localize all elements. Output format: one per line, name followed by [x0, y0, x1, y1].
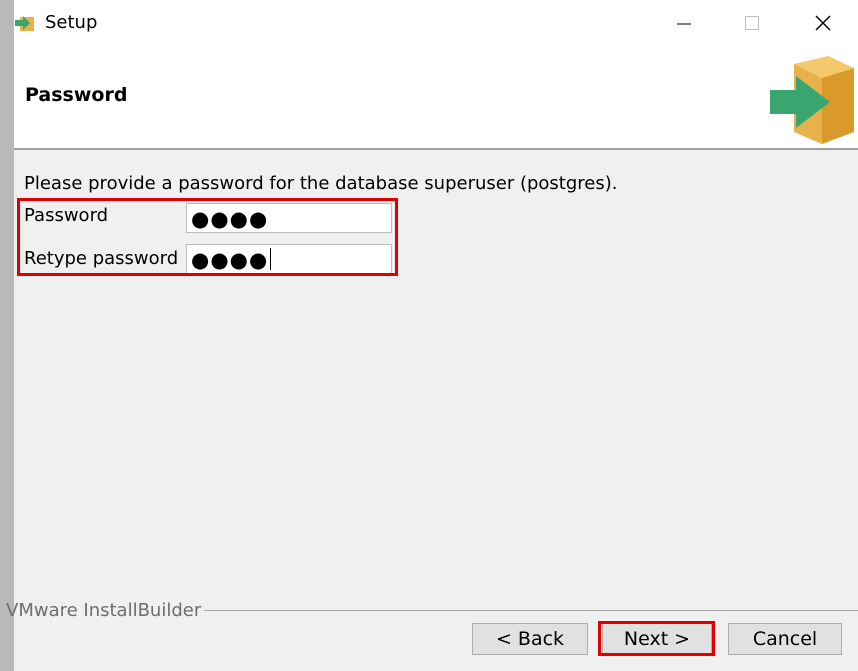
window-title: Setup: [45, 12, 98, 33]
close-button[interactable]: [803, 6, 843, 40]
footer-divider: [204, 610, 858, 611]
instructions-text: Please provide a password for the databa…: [24, 173, 618, 194]
brand-label: VMware InstallBuilder: [6, 600, 202, 621]
header-divider: [14, 148, 858, 150]
password-fields-highlight: [17, 198, 398, 276]
close-icon: [815, 15, 831, 31]
setup-arrow-icon: [14, 12, 36, 34]
maximize-button[interactable]: [732, 6, 772, 40]
next-button-highlight: [598, 621, 715, 656]
page-header: Password: [14, 48, 858, 148]
back-button[interactable]: < Back: [472, 623, 588, 655]
minimize-icon: [677, 23, 691, 25]
installer-box-logo: [766, 54, 858, 144]
page-title: Password: [25, 84, 128, 106]
cancel-button[interactable]: Cancel: [728, 623, 842, 655]
title-bar: Setup: [14, 0, 858, 48]
maximize-icon: [745, 16, 759, 30]
setup-window: Setup Password Please provide a password…: [6, 0, 858, 671]
minimize-button[interactable]: [664, 6, 704, 40]
